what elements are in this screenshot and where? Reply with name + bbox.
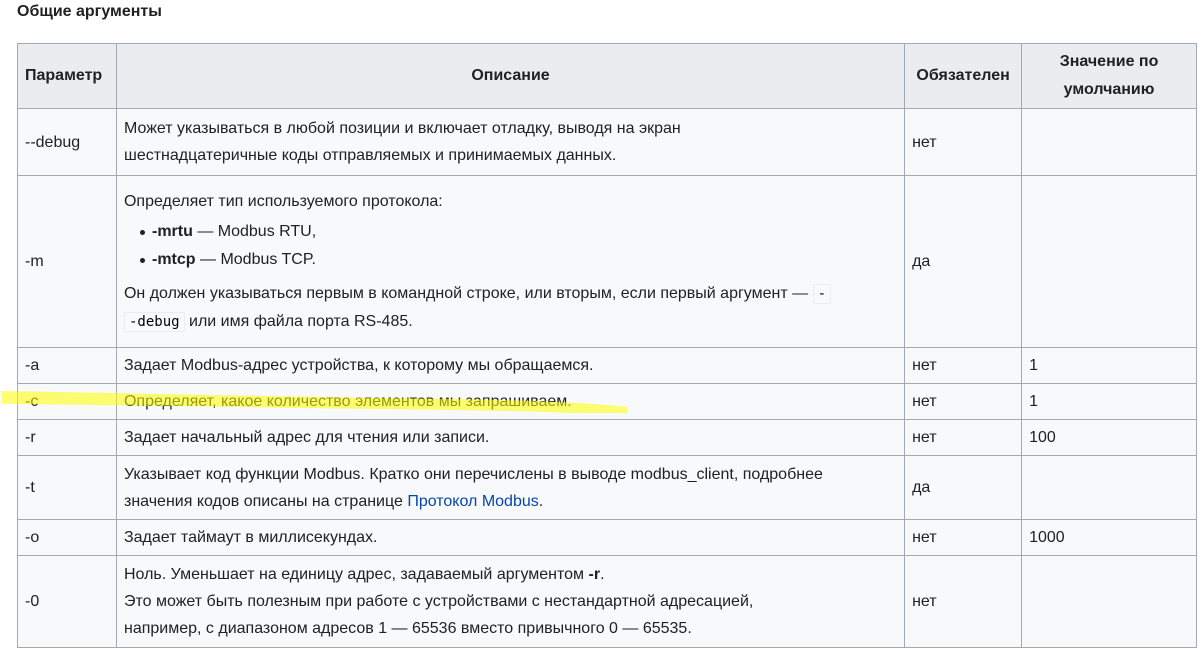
desc-text: Ноль. Уменьшает на единицу адрес, задава… — [123, 566, 589, 583]
desc-line: шестнадцатеричные коды отправляемых и пр… — [123, 147, 617, 164]
param-cell: -c — [17, 383, 117, 420]
modbus-protocol-link[interactable]: Протокол Modbus — [407, 493, 538, 510]
desc-line: например, с диапазоном адресов 1 — 65536… — [123, 620, 692, 637]
inline-code: -debug — [123, 311, 185, 332]
default-cell: 1000 — [1021, 519, 1197, 556]
table-row: -t Указывает код функции Modbus. Кратко … — [17, 455, 1197, 520]
required-cell: да — [904, 455, 1023, 520]
param-cell: --debug — [17, 108, 117, 176]
default-cell — [1021, 175, 1197, 348]
header-required: Обязателен — [904, 43, 1023, 109]
desc-outro: Он должен указываться первым в командной… — [123, 280, 897, 336]
list-item: -mrtu — Modbus RTU, — [139, 218, 897, 246]
desc-cell: Ноль. Уменьшает на единицу адрес, задава… — [115, 555, 906, 648]
required-cell: нет — [904, 519, 1023, 556]
default-cell: 1 — [1021, 347, 1197, 384]
list-item-text: — Modbus TCP. — [195, 250, 316, 268]
desc-cell: Задает начальный адрес для чтения или за… — [115, 419, 906, 456]
table-row: --debug Может указываться в любой позици… — [17, 108, 1197, 176]
required-cell: нет — [904, 555, 1023, 648]
flag-text: -mrtu — [151, 222, 193, 240]
param-cell: -a — [17, 347, 117, 384]
header-default: Значение по умолчанию — [1021, 43, 1197, 109]
list-item: -mtcp — Modbus TCP. — [139, 246, 897, 274]
desc-line: Ноль. Уменьшает на единицу адрес, задава… — [124, 561, 897, 588]
default-cell — [1021, 455, 1197, 520]
inline-code: - — [812, 283, 832, 304]
flag-text: -mtcp — [151, 250, 196, 268]
table-row: -0 Ноль. Уменьшает на единицу адрес, зад… — [17, 555, 1197, 648]
desc-outro-text: Он должен указываться первым в командной… — [123, 284, 813, 302]
desc-line: Указывает код функции Modbus. Кратко они… — [123, 465, 823, 483]
required-cell: нет — [904, 108, 1023, 176]
flag-text: -r — [588, 566, 601, 583]
desc-cell: Определяет тип используемого протокола: … — [115, 175, 906, 348]
required-cell: нет — [904, 383, 1023, 420]
desc-line: Может указываться в любой позиции и вклю… — [123, 120, 681, 137]
param-cell: -m — [17, 175, 117, 348]
table-row: -c Определяет, какое количество элементо… — [17, 383, 1197, 420]
header-desc: Описание — [115, 43, 906, 109]
default-cell: 1 — [1021, 383, 1197, 420]
table-row: -m Определяет тип используемого протокол… — [17, 175, 1197, 348]
table-header-row: Параметр Описание Обязателен Значение по… — [17, 43, 1197, 109]
desc-outro-text: или имя файла порта RS-485. — [184, 312, 413, 330]
required-cell: да — [904, 175, 1023, 348]
table-row: -a Задает Modbus-адрес устройства, к кот… — [17, 347, 1197, 384]
desc-cell: Задает таймаут в миллисекундах. — [115, 519, 906, 556]
desc-text: . — [538, 492, 544, 510]
section-title: Общие аргументы — [17, 3, 162, 20]
desc-text: значения кодов описаны на странице — [123, 492, 408, 510]
table-row: -r Задает начальный адрес для чтения или… — [17, 419, 1197, 456]
desc-cell: Определяет, какое количество элементов м… — [115, 383, 906, 420]
param-cell: -0 — [17, 555, 117, 648]
desc-cell: Задает Modbus-адрес устройства, к которо… — [115, 347, 906, 384]
default-cell — [1021, 555, 1197, 648]
desc-cell: Указывает код функции Modbus. Кратко они… — [115, 455, 906, 520]
table-row: -o Задает таймаут в миллисекундах. нет 1… — [17, 519, 1197, 556]
desc-line: Это может быть полезным при работе с уст… — [123, 593, 754, 610]
default-cell: 100 — [1021, 419, 1197, 456]
param-cell: -t — [17, 455, 117, 520]
protocol-list: -mrtu — Modbus RTU, -mtcp — Modbus TCP. — [124, 218, 897, 274]
desc-text: . — [600, 566, 605, 583]
desc-intro: Определяет тип используемого протокола: — [123, 192, 443, 210]
arguments-table: Параметр Описание Обязателен Значение по… — [17, 43, 1197, 648]
param-cell: -o — [17, 519, 117, 556]
desc-cell: Может указываться в любой позиции и вклю… — [115, 108, 906, 176]
param-cell: -r — [17, 419, 117, 456]
required-cell: нет — [904, 347, 1023, 384]
required-cell: нет — [904, 419, 1023, 456]
default-cell — [1021, 108, 1197, 176]
header-param: Параметр — [17, 43, 117, 109]
list-item-text: — Modbus RTU, — [192, 222, 317, 240]
desc-line: значения кодов описаны на странице Прото… — [124, 488, 897, 515]
